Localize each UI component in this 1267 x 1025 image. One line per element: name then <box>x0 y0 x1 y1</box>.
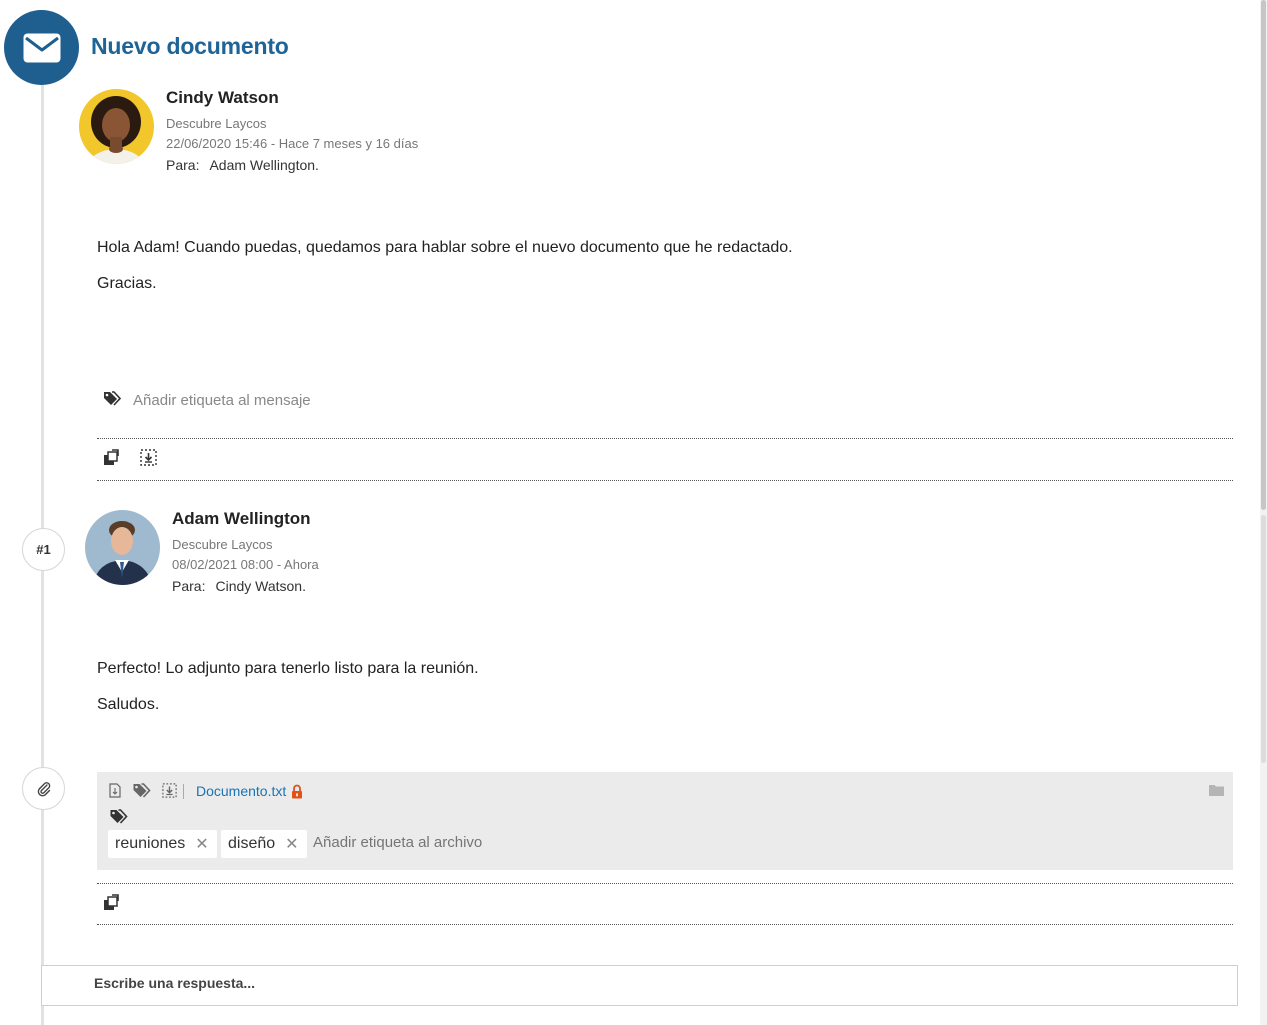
attachment-card: Documento.txt reuniones ✕ diseño ✕ <box>97 772 1233 870</box>
scrollbar-thumb-secondary <box>1261 515 1266 763</box>
file-icon[interactable] <box>108 782 122 798</box>
message-datetime: 22/06/2020 15:46 - Hace 7 meses y 16 día… <box>166 136 419 151</box>
recipient-line: Para: Cindy Watson. <box>172 578 306 594</box>
divider <box>97 480 1233 481</box>
file-tag-chip: diseño ✕ <box>221 830 307 858</box>
sender-name[interactable]: Cindy Watson <box>166 88 279 108</box>
remove-tag-icon[interactable]: ✕ <box>285 834 298 854</box>
message-body-line: Hola Adam! Cuando puedas, quedamos para … <box>97 239 793 256</box>
separator <box>183 784 184 799</box>
message-body-line: Perfecto! Lo adjunto para tenerlo listo … <box>97 660 479 677</box>
avatar-adam-wellington[interactable] <box>85 510 160 585</box>
remove-tag-icon[interactable]: ✕ <box>195 834 208 854</box>
attachment-file-link[interactable]: Documento.txt <box>196 783 286 799</box>
tags-icon <box>109 808 128 824</box>
forward-copy-icon[interactable] <box>102 893 120 911</box>
divider <box>97 924 1233 925</box>
message-body-line: Saludos. <box>97 696 160 713</box>
workspace-name: Descubre Laycos <box>166 116 267 131</box>
reply-input[interactable] <box>94 975 1194 991</box>
file-tag-label: diseño <box>228 835 276 852</box>
paperclip-icon <box>22 767 65 810</box>
recipient-label: Para: <box>172 578 206 594</box>
message-datetime: 08/02/2021 08:00 - Ahora <box>172 557 319 572</box>
divider <box>97 438 1233 439</box>
envelope-icon <box>4 10 79 85</box>
add-message-tag[interactable]: Añadir etiqueta al mensaje <box>97 390 311 411</box>
page-title: Nuevo documento <box>91 33 289 59</box>
scrollbar-thumb[interactable] <box>1261 0 1266 510</box>
recipient-name[interactable]: Cindy Watson. <box>215 578 306 594</box>
message-index-badge: #1 <box>22 528 65 571</box>
recipient-line: Para: Adam Wellington. <box>166 157 319 173</box>
reply-box <box>41 965 1238 1006</box>
tags-icon <box>103 390 122 411</box>
recipient-label: Para: <box>166 157 200 173</box>
folder-icon[interactable] <box>1208 783 1224 797</box>
scrollbar-track[interactable] <box>1260 0 1267 1025</box>
sender-name[interactable]: Adam Wellington <box>172 509 311 529</box>
workspace-name: Descubre Laycos <box>172 537 273 552</box>
recipient-name[interactable]: Adam Wellington. <box>209 157 318 173</box>
file-tag-chip: reuniones ✕ <box>108 830 217 858</box>
add-message-tag-label[interactable]: Añadir etiqueta al mensaje <box>133 392 311 409</box>
divider <box>97 883 1233 884</box>
add-file-tag-input[interactable] <box>313 834 613 851</box>
forward-copy-icon[interactable] <box>102 448 120 466</box>
download-icon[interactable] <box>161 782 177 798</box>
message-body-line: Gracias. <box>97 275 157 292</box>
tags-icon[interactable] <box>132 782 151 798</box>
avatar-cindy-watson[interactable] <box>79 89 154 164</box>
lock-icon[interactable] <box>290 783 304 799</box>
download-icon[interactable] <box>139 448 157 466</box>
file-tag-label: reuniones <box>115 835 186 852</box>
